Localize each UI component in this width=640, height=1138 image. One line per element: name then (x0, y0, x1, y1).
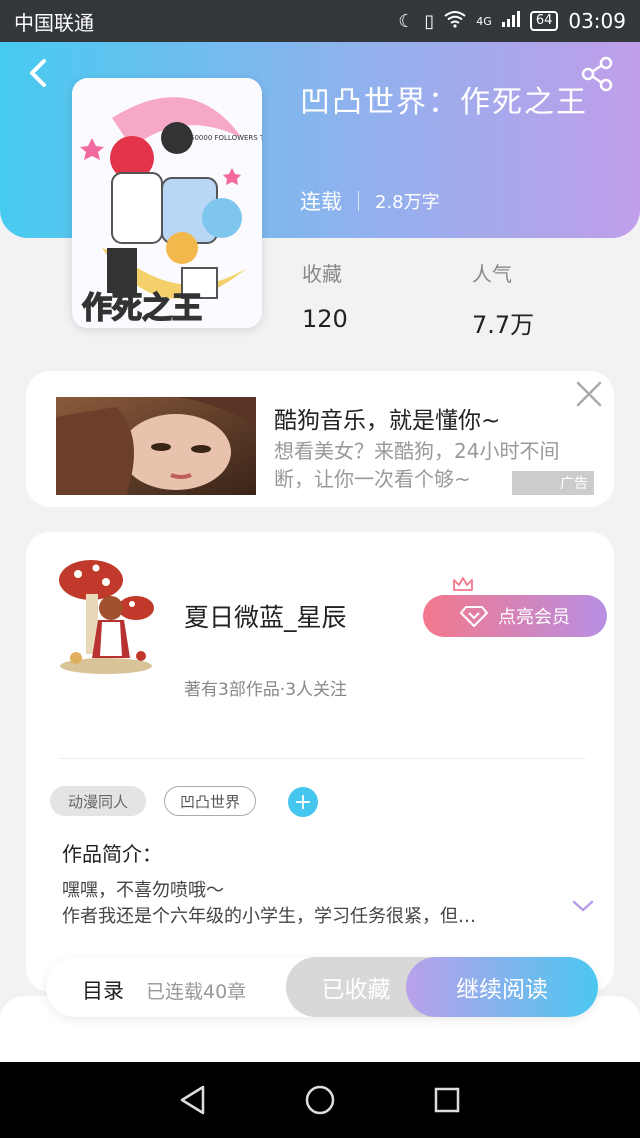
popularity-stat: 人气 7.7万 (472, 258, 534, 340)
expand-intro-button[interactable] (572, 898, 594, 912)
ad-badge-label: 广告 (560, 476, 588, 492)
chapter-count: 已连载40章 (146, 981, 247, 1003)
favorites-value: 120 (302, 305, 348, 333)
chevron-down-icon (572, 900, 594, 912)
back-button[interactable] (20, 55, 56, 91)
collected-button-label: 已收藏 (321, 977, 391, 1003)
nav-back-button[interactable] (173, 1080, 213, 1120)
nav-recents-button[interactable] (427, 1080, 467, 1120)
popularity-value: 7.7万 (472, 311, 535, 339)
author-avatar[interactable] (56, 558, 156, 676)
nav-home-button[interactable] (300, 1080, 340, 1120)
book-title: 凹凸世界：作死之王 (300, 85, 588, 120)
cover-illustration: 50000 FOLLOWERS THANKS!! 作死之王 (72, 78, 262, 328)
vip-button-label: 点亮会员 (498, 607, 570, 628)
intro-line-1: 嘿嘿，不喜勿喷哦～ (62, 880, 224, 901)
wifi-icon (444, 10, 466, 33)
ad-photo (56, 397, 256, 495)
author-stats: 著有3部作品·3人关注 (184, 680, 348, 700)
tag-anime-fanfic[interactable]: 动漫同人 (50, 786, 146, 816)
diamond-icon (460, 606, 488, 627)
divider (58, 758, 586, 759)
toc-button[interactable]: 目录 (82, 975, 124, 1005)
battery-icon: 64 (529, 11, 559, 31)
moon-icon: ☾ (398, 10, 415, 32)
add-tag-button[interactable]: + (288, 787, 318, 817)
system-nav-bar (0, 1062, 640, 1138)
signal-icon (501, 10, 520, 32)
circle-home-icon (305, 1085, 335, 1115)
square-recents-icon (434, 1087, 459, 1113)
meta-divider (358, 191, 359, 211)
book-meta: 连载 2.8万字 (300, 186, 440, 216)
ad-image[interactable] (56, 397, 256, 495)
favorites-stat: 收藏 120 (302, 258, 348, 333)
continue-reading-button[interactable]: 继续阅读 (406, 957, 598, 1017)
favorites-label: 收藏 (302, 262, 342, 286)
intro-text: 嘿嘿，不喜勿喷哦～ 作者我还是个六年级的小学生，学习任务很紧，但… (62, 878, 542, 930)
continue-reading-label: 继续阅读 (456, 977, 548, 1003)
cover-banner: 50000 FOLLOWERS THANKS!! (190, 134, 262, 142)
close-icon (576, 381, 602, 407)
avatar-illustration (59, 560, 154, 674)
plus-icon: + (293, 789, 313, 815)
popularity-label: 人气 (472, 262, 512, 286)
ad-close-button[interactable] (574, 379, 604, 409)
tag-aotu-world[interactable]: 凹凸世界 (164, 786, 256, 816)
network-type: 4G (476, 14, 492, 28)
book-status: 连载 (300, 190, 342, 214)
status-bar: 中国联通 ☾ ▯ 4G 64 03:09 (0, 0, 640, 42)
ad-card[interactable]: 酷狗音乐，就是懂你~ 想看美女？来酷狗，24小时不间断，让你一次看个够~ 广告 (26, 371, 614, 507)
book-cover[interactable]: 50000 FOLLOWERS THANKS!! 作死之王 (72, 78, 262, 328)
cover-title-text: 作死之王 (82, 291, 202, 326)
intro-line-2: 作者我还是个六年级的小学生，学习任务很紧，但… (62, 906, 476, 927)
author-card: 夏日微蓝_星辰 点亮会员 著有3部作品·3人关注 动漫同人 凹凸世界 + 作品简… (26, 532, 614, 992)
vip-button[interactable]: 点亮会员 (423, 595, 607, 637)
clock: 03:09 (568, 9, 626, 33)
intro-title: 作品简介： (62, 842, 162, 866)
crown-icon (452, 576, 474, 596)
action-bar: 目录 已连载40章 已收藏 继续阅读 (46, 957, 598, 1017)
vibrate-icon: ▯ (424, 10, 435, 32)
triangle-back-icon (181, 1085, 205, 1115)
chevron-left-icon (30, 59, 46, 87)
author-name[interactable]: 夏日微蓝_星辰 (184, 598, 347, 634)
ad-badge: 广告 (512, 471, 594, 495)
ad-title: 酷狗音乐，就是懂你~ (274, 408, 501, 434)
carrier-name: 中国联通 (14, 10, 94, 35)
word-count: 2.8万字 (375, 192, 440, 213)
